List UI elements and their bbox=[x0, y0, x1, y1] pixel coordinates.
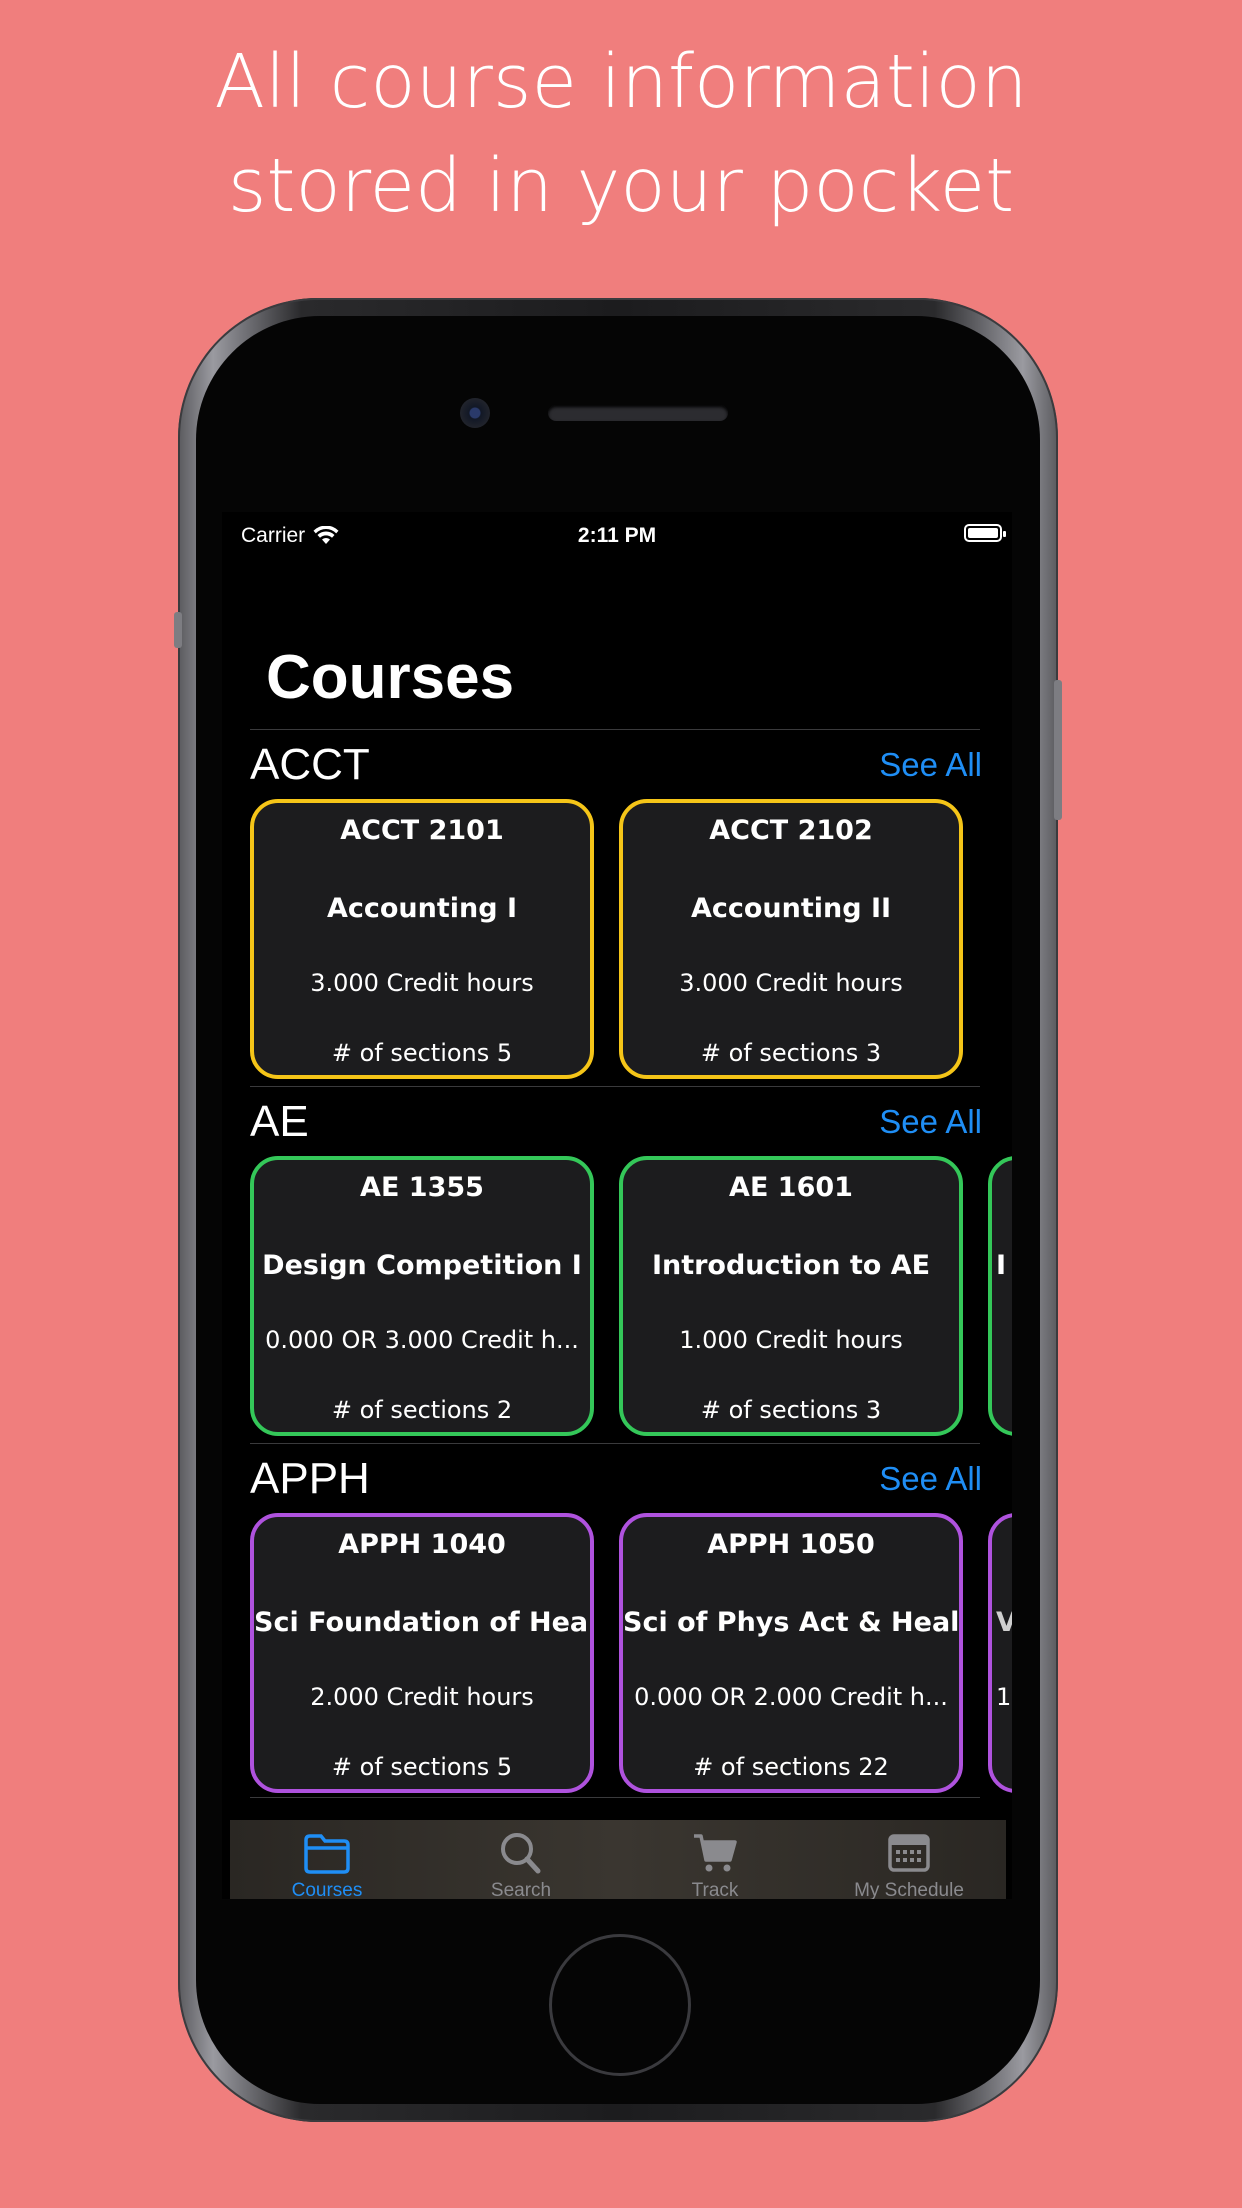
course-title: I bbox=[996, 1250, 1007, 1281]
course-credits: 0.000 OR 3.000 Credit h... bbox=[265, 1326, 579, 1354]
course-title: Sci Foundation of Health bbox=[254, 1607, 594, 1638]
course-carousel[interactable]: AE 1355 Design Competition I 0.000 OR 3.… bbox=[250, 1156, 1012, 1440]
section-title: APPH bbox=[250, 1454, 370, 1503]
section-header: AE See All bbox=[250, 1097, 982, 1147]
tab-search[interactable]: Search bbox=[424, 1820, 618, 1899]
home-button[interactable] bbox=[549, 1934, 691, 2076]
tab-label: My Schedule bbox=[854, 1880, 964, 1899]
course-code: APPH 1050 bbox=[707, 1529, 875, 1560]
page-title: Courses bbox=[266, 643, 515, 712]
section-header: APPH See All bbox=[250, 1454, 982, 1504]
course-code: AE 1355 bbox=[360, 1172, 484, 1203]
status-time: 2:11 PM bbox=[577, 524, 657, 547]
course-carousel[interactable]: APPH 1040 Sci Foundation of Health 2.000… bbox=[250, 1513, 1012, 1797]
course-credits: 3.000 Credit hours bbox=[310, 969, 534, 997]
folder-icon bbox=[304, 1834, 350, 1874]
course-title: Sci of Phys Act & Health bbox=[623, 1607, 963, 1638]
course-card[interactable]: AE 1601 Introduction to AE 1.000 Credit … bbox=[619, 1156, 963, 1436]
marketing-headline: All course information stored in your po… bbox=[0, 30, 1242, 238]
headline-line-1: All course information bbox=[214, 39, 1028, 125]
course-title: Introduction to AE bbox=[651, 1250, 931, 1281]
volume-button bbox=[174, 612, 182, 648]
course-card[interactable]: APPH 1040 Sci Foundation of Health 2.000… bbox=[250, 1513, 594, 1793]
course-section-count: # of sections 3 bbox=[700, 1396, 882, 1424]
section-ae: AE See All AE 1355 Design Competition I … bbox=[250, 1086, 1012, 1443]
course-card-partial[interactable]: I bbox=[988, 1156, 1012, 1436]
tab-bar: Courses Search Track My Schedule bbox=[230, 1820, 1006, 1899]
calendar-icon bbox=[888, 1834, 930, 1872]
section-acct: ACCT See All ACCT 2101 Accounting I 3.00… bbox=[250, 729, 982, 1086]
app-screen: Carrier 2:11 PM Courses ACCT See All ACC… bbox=[222, 512, 1012, 1899]
course-title: Accounting I bbox=[326, 893, 518, 924]
section-header: ACCT See All bbox=[250, 740, 982, 790]
course-code: APPH 1040 bbox=[338, 1529, 506, 1560]
course-credits: 0.000 OR 2.000 Credit h... bbox=[634, 1683, 948, 1711]
see-all-link[interactable]: See All bbox=[879, 1103, 982, 1141]
course-card[interactable]: ACCT 2101 Accounting I 3.000 Credit hour… bbox=[250, 799, 594, 1079]
course-card[interactable]: APPH 1050 Sci of Phys Act & Health 0.000… bbox=[619, 1513, 963, 1793]
tab-courses[interactable]: Courses bbox=[230, 1820, 424, 1899]
search-icon bbox=[501, 1833, 541, 1874]
course-carousel[interactable]: ACCT 2101 Accounting I 3.000 Credit hour… bbox=[250, 799, 1010, 1083]
section-title: ACCT bbox=[250, 740, 370, 789]
course-section-count: # of sections 5 bbox=[331, 1753, 513, 1781]
earpiece-speaker bbox=[548, 405, 728, 421]
course-section-count: # of sections 22 bbox=[693, 1753, 889, 1781]
headline-line-2: stored in your pocket bbox=[227, 143, 1015, 229]
power-button bbox=[1054, 680, 1062, 820]
status-bar: Carrier 2:11 PM bbox=[222, 512, 1012, 558]
section-apph: APPH See All APPH 1040 Sci Foundation of… bbox=[250, 1443, 1012, 1800]
course-card[interactable]: AE 1355 Design Competition I 0.000 OR 3.… bbox=[250, 1156, 594, 1436]
course-title: Design Competition I bbox=[262, 1250, 582, 1281]
course-credits: 1 bbox=[996, 1683, 1012, 1711]
see-all-link[interactable]: See All bbox=[879, 1460, 982, 1498]
course-code: ACCT 2101 bbox=[340, 815, 504, 846]
tab-label: Courses bbox=[291, 1880, 363, 1899]
battery-icon bbox=[964, 524, 1006, 542]
cart-icon bbox=[694, 1834, 737, 1872]
tab-label: Search bbox=[490, 1880, 552, 1899]
course-card-partial[interactable]: V 1 bbox=[988, 1513, 1012, 1793]
course-section-count: # of sections 3 bbox=[700, 1039, 882, 1067]
course-section-count: # of sections 5 bbox=[331, 1039, 513, 1067]
front-camera bbox=[460, 398, 490, 428]
tab-label: Track bbox=[691, 1880, 739, 1899]
tab-my-schedule[interactable]: My Schedule bbox=[812, 1820, 1006, 1899]
course-code: ACCT 2102 bbox=[709, 815, 873, 846]
course-card[interactable]: ACCT 2102 Accounting II 3.000 Credit hou… bbox=[619, 799, 963, 1079]
section-title: AE bbox=[250, 1097, 309, 1146]
tab-track[interactable]: Track bbox=[618, 1820, 812, 1899]
course-credits: 3.000 Credit hours bbox=[679, 969, 903, 997]
section-divider bbox=[250, 1797, 980, 1798]
course-credits: 1.000 Credit hours bbox=[679, 1326, 903, 1354]
see-all-link[interactable]: See All bbox=[879, 746, 982, 784]
course-section-count: # of sections 2 bbox=[331, 1396, 513, 1424]
course-title: V bbox=[992, 1607, 1012, 1638]
course-code: AE 1601 bbox=[729, 1172, 853, 1203]
course-credits: 2.000 Credit hours bbox=[310, 1683, 534, 1711]
course-title: Accounting II bbox=[690, 893, 892, 924]
